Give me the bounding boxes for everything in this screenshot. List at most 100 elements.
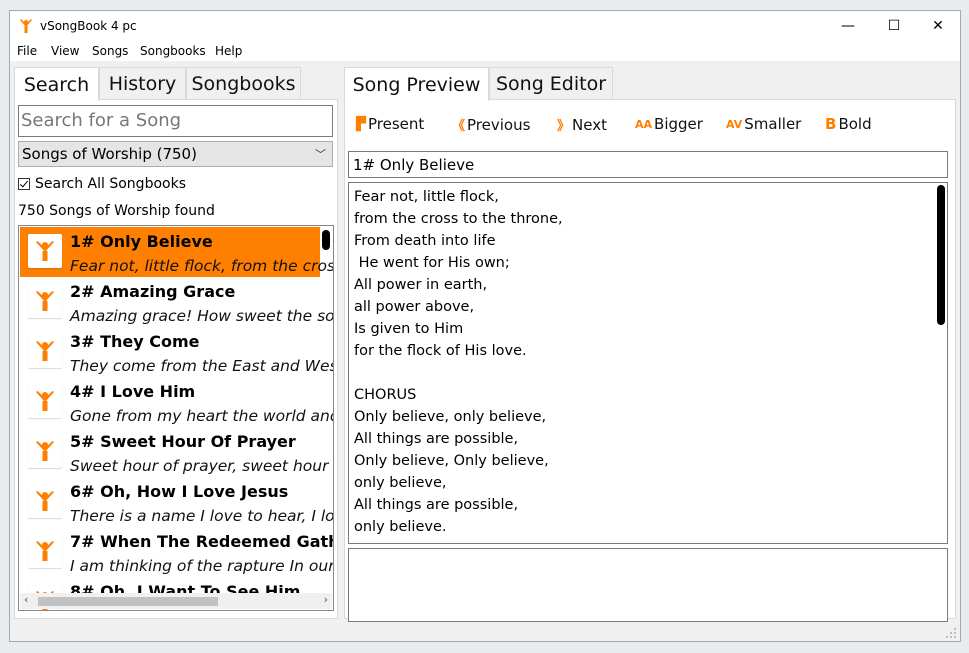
next-icon: 》 <box>557 119 571 134</box>
bigger-button[interactable]: AA Bigger <box>635 115 703 133</box>
hscroll-thumb[interactable] <box>38 597 218 606</box>
tab-song-editor[interactable]: Song Editor <box>489 67 613 99</box>
song-first-line: They come from the East and West, <box>70 357 334 375</box>
search-all-label: Search All Songbooks <box>35 176 186 192</box>
scroll-left-icon[interactable]: ‹ <box>24 593 28 606</box>
song-first-line: Fear not, little flock, from the cross <box>70 257 334 275</box>
close-button[interactable]: ✕ <box>915 11 961 41</box>
bigger-font-icon: AA <box>635 117 653 131</box>
lyric-line: CHORUS <box>354 387 417 403</box>
song-list-item[interactable]: 5# Sweet Hour Of Prayer Sweet hour of pra… <box>20 427 333 477</box>
lyric-line: He went for His own; <box>354 255 510 271</box>
search-input[interactable]: Search for a Song <box>18 105 333 137</box>
previous-button[interactable]: 《 Previous <box>452 115 531 135</box>
results-count: 750 Songs of Worship found <box>18 203 215 219</box>
bold-label: Bold <box>838 115 872 133</box>
tab-song-preview[interactable]: Song Preview <box>344 67 489 101</box>
song-first-line: There is a name I love to hear, I lo <box>70 507 334 525</box>
lyric-line: All power in earth, <box>354 277 488 293</box>
menu-songbooks[interactable]: Songbooks <box>140 44 206 58</box>
songbook-select[interactable]: Songs of Worship (750) ﹀ <box>18 141 333 167</box>
menu-help[interactable]: Help <box>215 44 242 58</box>
app-logo-icon <box>20 19 32 33</box>
song-list-item[interactable]: 4# I Love Him Gone from my heart the worl… <box>20 377 333 427</box>
lyric-line: Only believe, Only believe, <box>354 453 549 469</box>
song-title: 5# Sweet Hour Of Prayer <box>70 432 296 451</box>
song-first-line: Amazing grace! How sweet the sou <box>70 307 334 325</box>
song-list-item[interactable]: 7# When The Redeemed Gathe I am thinking … <box>20 527 333 577</box>
chevron-down-icon: ﹀ <box>315 148 326 161</box>
menu-view[interactable]: View <box>51 44 79 58</box>
song-first-line: I am thinking of the rapture In our <box>70 557 334 575</box>
song-icon <box>28 384 62 418</box>
lyric-line: From death into life <box>354 233 496 249</box>
lyric-line: All things are possible, <box>354 497 519 513</box>
song-title: 1# Only Believe <box>70 232 213 251</box>
tab-search[interactable]: Search <box>14 67 99 101</box>
lyric-line: All things are possible, <box>354 431 519 447</box>
menu-file[interactable]: File <box>17 44 37 58</box>
bold-icon: B <box>825 115 837 133</box>
right-panel: Song Preview Song Editor ▛ Present 《 Pre… <box>344 67 956 622</box>
title-bar: vSongBook 4 pc — ☐ ✕ <box>10 11 960 41</box>
search-all-checkbox[interactable]: Search All Songbooks <box>18 176 186 192</box>
song-list-item[interactable]: 1# Only Believe Fear not, little flock, f… <box>20 227 333 277</box>
present-icon: ▛ <box>356 116 366 132</box>
song-list-scrollbar[interactable] <box>322 230 330 250</box>
song-icon <box>28 234 62 268</box>
lyric-line: for the flock of His love. <box>354 343 527 359</box>
lyrics-scrollbar[interactable] <box>937 185 945 325</box>
song-list-item[interactable]: 2# Amazing Grace Amazing grace! How sweet… <box>20 277 333 327</box>
song-icon <box>28 334 62 368</box>
lyric-line: only believe. <box>354 519 447 535</box>
maximize-button[interactable]: ☐ <box>871 11 917 41</box>
smaller-button[interactable]: AV Smaller <box>726 115 801 133</box>
song-list-item[interactable]: 3# They Come They come from the East and … <box>20 327 333 377</box>
lyric-line: Only believe, only believe, <box>354 409 547 425</box>
previous-label: Previous <box>467 115 531 134</box>
song-icon <box>28 434 62 468</box>
checkbox-checked-icon[interactable] <box>18 178 30 190</box>
song-icon <box>28 284 62 318</box>
app-window: vSongBook 4 pc — ☐ ✕ File View Songs Son… <box>9 10 961 642</box>
menu-bar: File View Songs Songbooks Help <box>10 41 960 61</box>
present-label: Present <box>368 115 425 133</box>
tab-songbooks[interactable]: Songbooks <box>186 67 301 99</box>
present-button[interactable]: ▛ Present <box>356 115 424 133</box>
minimize-button[interactable]: — <box>825 11 871 41</box>
song-title: 4# I Love Him <box>70 382 196 401</box>
song-title: 7# When The Redeemed Gathe <box>70 532 334 551</box>
window-title: vSongBook 4 pc <box>40 19 137 33</box>
resize-grip-icon[interactable] <box>946 628 956 638</box>
song-list-item[interactable]: 6# Oh, How I Love Jesus There is a name I… <box>20 477 333 527</box>
menu-songs[interactable]: Songs <box>92 44 128 58</box>
song-icon <box>28 534 62 568</box>
left-panel: Search History Songbooks Search for a So… <box>14 67 338 619</box>
lyric-line: all power above, <box>354 299 475 315</box>
lyric-line: Is given to Him <box>354 321 464 337</box>
song-first-line: Gone from my heart the world and <box>70 407 334 425</box>
notes-area[interactable] <box>348 548 948 622</box>
bigger-label: Bigger <box>654 115 703 133</box>
song-first-line: Sweet hour of prayer, sweet hour o <box>70 457 334 475</box>
song-icon <box>28 484 62 518</box>
next-button[interactable]: 》 Next <box>557 115 607 135</box>
song-list: 1# Only Believe Fear not, little flock, f… <box>18 225 334 611</box>
lyric-line: only believe, <box>354 475 447 491</box>
scroll-right-icon[interactable]: › <box>324 593 328 606</box>
previous-icon: 《 <box>452 119 466 134</box>
song-title: 6# Oh, How I Love Jesus <box>70 482 289 501</box>
lyrics-area[interactable]: Fear not, little flock, from the cross to… <box>348 182 948 544</box>
lyric-line: from the cross to the throne, <box>354 211 563 227</box>
song-title: 2# Amazing Grace <box>70 282 236 301</box>
smaller-font-icon: AV <box>726 117 743 131</box>
song-list-hscrollbar[interactable]: ‹ › <box>20 593 332 609</box>
song-title: 3# They Come <box>70 332 200 351</box>
smaller-label: Smaller <box>744 115 802 133</box>
preview-song-title[interactable]: 1# Only Believe <box>348 151 948 178</box>
next-label: Next <box>572 115 607 134</box>
bold-button[interactable]: B Bold <box>825 115 872 133</box>
tab-history[interactable]: History <box>99 67 186 99</box>
lyric-line: Fear not, little flock, <box>354 189 499 205</box>
songbook-select-value: Songs of Worship (750) <box>22 145 197 163</box>
